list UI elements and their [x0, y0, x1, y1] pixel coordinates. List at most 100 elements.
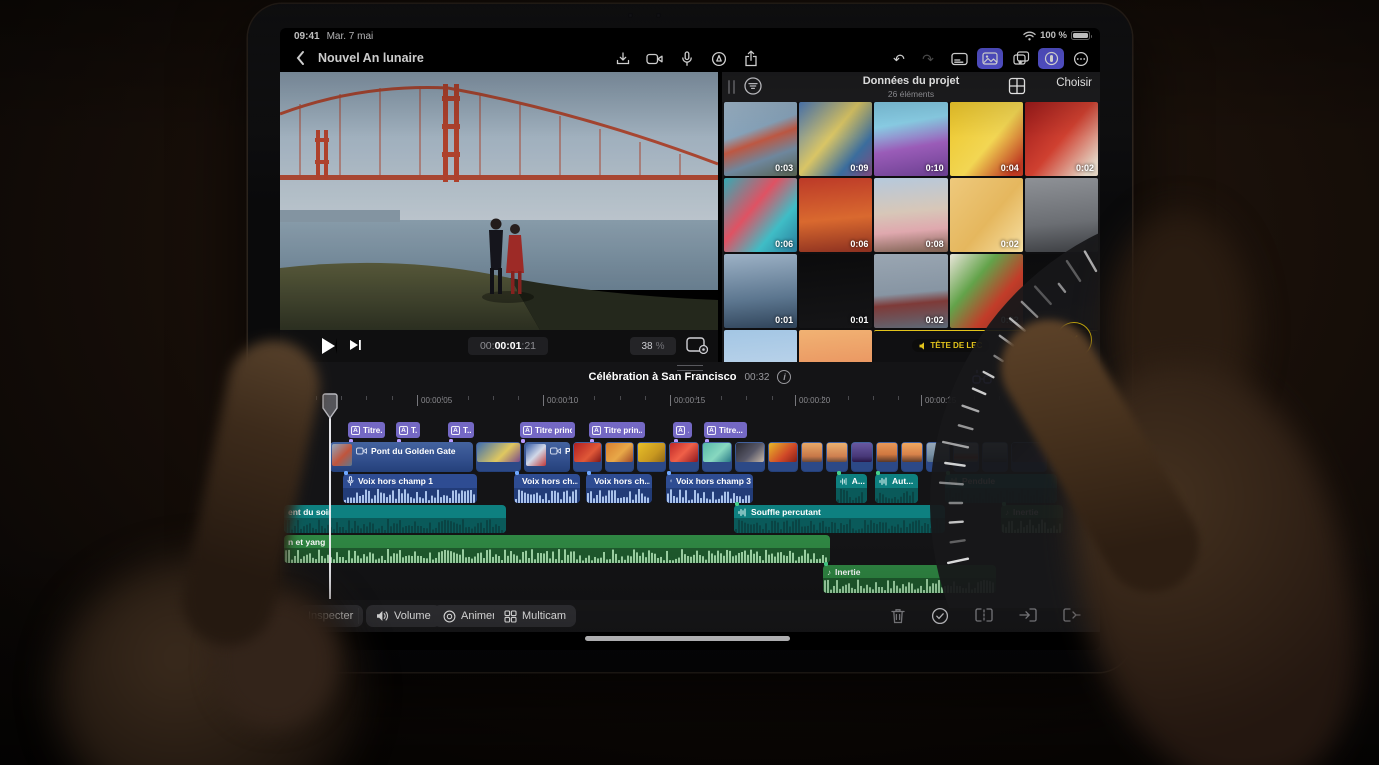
browser-item[interactable]: 0:01 — [724, 254, 797, 328]
browser-item[interactable]: 0:01 — [799, 254, 872, 328]
title-clip[interactable]: ATitre prin... — [589, 422, 645, 438]
viewer-display-button[interactable] — [686, 336, 708, 357]
playhead[interactable] — [329, 394, 331, 599]
play-button[interactable] — [322, 338, 337, 354]
captions-button[interactable] — [946, 48, 972, 69]
microphone-button[interactable] — [674, 48, 700, 69]
browser-item[interactable]: 0:09 — [799, 102, 872, 176]
ruler-minor-tick — [620, 396, 621, 400]
volume-button[interactable]: Volume — [366, 605, 441, 627]
audio-clip-sfx[interactable]: A... — [836, 474, 867, 503]
playhead-handle[interactable] — [322, 393, 338, 419]
audio-clip-voice[interactable]: Voix hors champ 1 — [343, 474, 477, 503]
audio-clip-sfx[interactable]: ent du soir — [284, 505, 506, 533]
share-button[interactable] — [738, 48, 764, 69]
video-clip[interactable] — [826, 442, 848, 472]
title-clip[interactable]: AT... — [396, 422, 420, 438]
video-clip[interactable] — [851, 442, 873, 472]
browser-item[interactable]: 0:06 — [724, 178, 797, 252]
split-clip-button[interactable] — [974, 607, 994, 625]
audio-clip-voice[interactable]: Voix hors ch... — [514, 474, 580, 503]
browser-item[interactable] — [724, 330, 797, 362]
video-clip-thumbnail — [736, 443, 764, 462]
back-button[interactable] — [292, 50, 308, 66]
camera-icon — [550, 447, 561, 455]
video-clip[interactable] — [573, 442, 602, 472]
title-badge: A — [592, 426, 601, 435]
video-clip[interactable]: Pont du Golden Gate — [330, 442, 473, 472]
waveform — [284, 519, 506, 533]
video-clip-strip — [736, 462, 764, 471]
more-button[interactable] — [1068, 48, 1094, 69]
next-frame-button[interactable] — [348, 337, 362, 356]
audio-clip-label: A... — [840, 476, 865, 486]
video-clip[interactable] — [735, 442, 765, 472]
wifi-icon — [1023, 31, 1036, 41]
video-clip[interactable] — [637, 442, 666, 472]
audio-clip-label: ent du soir — [288, 507, 331, 517]
overwrite-clip-button[interactable] — [1062, 607, 1082, 625]
title-clip[interactable]: A... — [673, 422, 692, 438]
video-clip[interactable] — [476, 442, 521, 472]
draw-icon — [711, 51, 727, 67]
video-clip-label: P... — [550, 446, 570, 456]
multicam-button[interactable]: Multicam — [494, 605, 576, 627]
microphone-icon — [347, 476, 354, 486]
undo-button[interactable]: ↶ — [886, 48, 912, 69]
video-clip[interactable] — [876, 442, 898, 472]
timecode-hours: 00: — [480, 340, 495, 352]
title-badge: A — [676, 426, 685, 435]
jog-wheel-button[interactable] — [1038, 48, 1064, 69]
video-clip[interactable] — [669, 442, 699, 472]
video-clip[interactable] — [702, 442, 732, 472]
video-clip[interactable] — [768, 442, 798, 472]
timecode-display[interactable]: 00:00:01:21 — [468, 337, 548, 355]
video-clip-strip — [638, 462, 665, 471]
waveform-icon — [879, 477, 888, 486]
video-clip[interactable] — [605, 442, 634, 472]
timecode-main: 00:01 — [495, 340, 522, 352]
title-clip[interactable]: AT... — [448, 422, 474, 438]
approve-button[interactable] — [930, 607, 950, 625]
video-clip-strip — [670, 462, 698, 471]
jog-dial[interactable] — [900, 168, 1100, 608]
camera-button[interactable] — [642, 48, 668, 69]
photos-browser-button[interactable] — [977, 48, 1003, 69]
title-clip[interactable]: ATitre... — [348, 422, 385, 438]
browser-item[interactable]: 0:04 — [950, 102, 1023, 176]
waveform-icon — [738, 508, 747, 517]
insert-clip-button[interactable] — [1018, 607, 1038, 625]
video-clip[interactable]: P... — [524, 442, 570, 472]
browser-item[interactable]: 0:03 — [724, 102, 797, 176]
audio-clip-voice[interactable]: Voix hors champ 3 — [666, 474, 753, 503]
video-clip[interactable] — [801, 442, 823, 472]
inspect-button[interactable]: Inspecter — [298, 605, 363, 627]
delete-button[interactable] — [888, 607, 908, 625]
grid-view-button[interactable] — [1006, 76, 1028, 98]
video-viewer[interactable] — [280, 72, 718, 330]
media-star-button[interactable] — [1008, 48, 1034, 69]
browser-item[interactable] — [799, 330, 872, 362]
sensor-dot — [656, 13, 661, 18]
draw-button[interactable] — [706, 48, 732, 69]
video-clip-thumbnail — [769, 443, 797, 462]
video-clip-thumbnail — [526, 444, 546, 466]
home-indicator[interactable] — [585, 636, 790, 641]
close-dial-button[interactable]: × — [1056, 322, 1092, 358]
audio-clip-music[interactable]: n et yang — [284, 535, 830, 563]
info-button[interactable]: i — [777, 370, 791, 384]
zoom-level[interactable]: 38% — [630, 337, 676, 355]
choose-button[interactable]: Choisir — [1056, 77, 1092, 89]
browser-item[interactable]: 0:02 — [1025, 102, 1098, 176]
volume-label: Volume — [394, 610, 431, 622]
redo-button[interactable]: ↷ — [915, 48, 941, 69]
clip-duration: 0:01 — [775, 315, 793, 325]
import-button[interactable] — [610, 48, 636, 69]
waveform-area — [284, 518, 506, 533]
audio-clip-voice[interactable]: Voix hors ch... — [586, 474, 652, 503]
browser-item[interactable]: 0:06 — [799, 178, 872, 252]
title-clip[interactable]: ATitre princ... — [520, 422, 575, 438]
browser-item[interactable]: 0:10 — [874, 102, 947, 176]
title-clip[interactable]: ATitre... — [704, 422, 747, 438]
undo-icon: ↶ — [893, 52, 905, 66]
